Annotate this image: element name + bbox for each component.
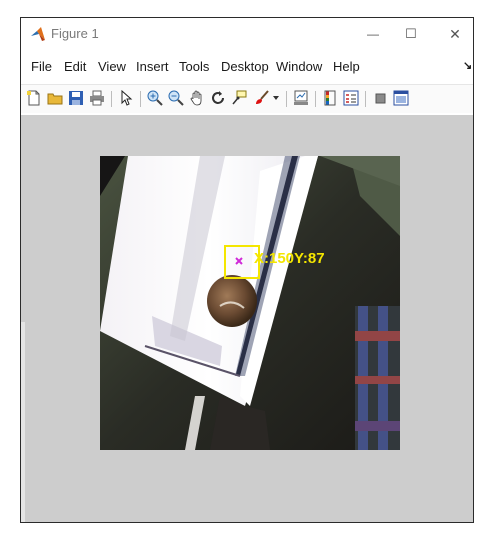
zoom-out-icon[interactable] <box>167 89 185 107</box>
save-icon[interactable] <box>67 89 85 107</box>
window-title: Figure 1 <box>51 26 99 41</box>
menu-window[interactable]: Window <box>276 59 322 74</box>
data-cursor-icon[interactable] <box>230 89 248 107</box>
zoom-in-icon[interactable] <box>146 89 164 107</box>
camera-image <box>100 156 400 450</box>
menu-desktop[interactable]: Desktop <box>221 59 269 74</box>
open-file-icon[interactable] <box>46 89 64 107</box>
toolbar-separator <box>315 91 316 107</box>
link-plot-icon[interactable] <box>292 89 310 107</box>
select-arrow-icon[interactable] <box>117 89 135 107</box>
colorbar-icon[interactable] <box>321 89 339 107</box>
hide-plot-tools-icon[interactable] <box>371 89 389 107</box>
toolbar <box>21 84 473 113</box>
menu-edit[interactable]: Edit <box>64 59 86 74</box>
coordinate-label: X:150Y:87 <box>254 250 325 267</box>
maximize-button[interactable]: ☐ <box>399 24 423 44</box>
menu-tools[interactable]: Tools <box>179 59 209 74</box>
menu-insert[interactable]: Insert <box>136 59 169 74</box>
menu-view[interactable]: View <box>98 59 126 74</box>
rotate-3d-icon[interactable] <box>209 89 227 107</box>
pan-hand-icon[interactable] <box>188 89 206 107</box>
brush-icon[interactable] <box>253 89 271 107</box>
toolbar-separator <box>365 91 366 107</box>
brush-dropdown-icon[interactable] <box>271 89 281 107</box>
window-edge-strip <box>21 322 25 522</box>
maximize-icon: ☐ <box>405 26 417 41</box>
print-icon[interactable] <box>88 89 106 107</box>
figure-canvas: X:150Y:87 <box>21 115 473 522</box>
matlab-logo-icon <box>31 27 45 41</box>
toolbar-separator <box>286 91 287 107</box>
toolbar-separator <box>140 91 141 107</box>
new-figure-icon[interactable] <box>25 89 43 107</box>
menu-help[interactable]: Help <box>333 59 360 74</box>
title-bar[interactable]: Figure 1 — ☐ ✕ <box>21 18 473 50</box>
close-icon: ✕ <box>449 25 461 42</box>
minimize-icon: — <box>367 27 379 41</box>
show-plot-tools-icon[interactable] <box>392 89 410 107</box>
legend-icon[interactable] <box>342 89 360 107</box>
figure-window: Figure 1 — ☐ ✕ File Edit View Insert Too… <box>20 17 474 523</box>
close-button[interactable]: ✕ <box>443 24 467 44</box>
minimize-button[interactable]: — <box>361 24 385 44</box>
dock-arrow-icon[interactable]: ↘ <box>463 59 472 72</box>
menu-bar: File Edit View Insert Tools Desktop Wind… <box>21 56 473 78</box>
toolbar-separator <box>111 91 112 107</box>
image-axes[interactable]: X:150Y:87 <box>100 156 400 450</box>
menu-file[interactable]: File <box>31 59 52 74</box>
